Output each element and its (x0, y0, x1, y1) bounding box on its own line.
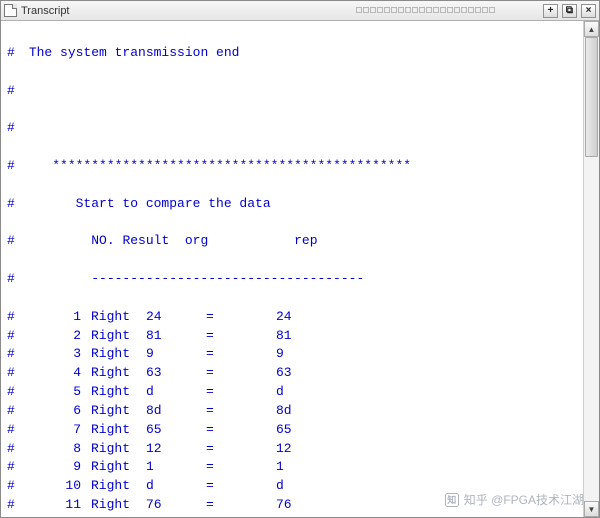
scroll-track[interactable] (584, 37, 599, 501)
cell-rep: 12 (276, 440, 292, 459)
cell-result: Right (91, 364, 146, 383)
table-row: #10Rightd=d (7, 477, 577, 496)
cell-eq: = (206, 515, 276, 517)
cell-no: 9 (21, 458, 91, 477)
line-header: # The system transmission end (7, 44, 577, 63)
cell-result: Right (91, 496, 146, 515)
cell-no: 8 (21, 440, 91, 459)
cell-result: Right (91, 515, 146, 517)
separator-line: ****************************************… (52, 158, 411, 173)
cell-no: 7 (21, 421, 91, 440)
cell-rep: 1 (276, 458, 284, 477)
cell-org: 12 (146, 440, 206, 459)
document-icon (4, 4, 17, 17)
table-row: #12Right3d=3d (7, 515, 577, 517)
cell-org: d (146, 383, 206, 402)
cell-no: 12 (21, 515, 91, 517)
cell-org: 9 (146, 345, 206, 364)
cell-no: 3 (21, 345, 91, 364)
col-no: NO. (91, 232, 114, 251)
scroll-down-button[interactable]: ▼ (584, 501, 599, 517)
transcript-window: Transcript + ⧉ × # The system transmissi… (0, 0, 600, 518)
cell-no: 10 (21, 477, 91, 496)
col-result: Result (122, 232, 169, 251)
cell-rep: 81 (276, 327, 292, 346)
cell-result: Right (91, 458, 146, 477)
cell-eq: = (206, 440, 276, 459)
cell-rep: 24 (276, 308, 292, 327)
col-rep: rep (294, 232, 317, 251)
cell-rep: 76 (276, 496, 292, 515)
cell-org: 8d (146, 402, 206, 421)
table-row: #1Right24=24 (7, 308, 577, 327)
cell-eq: = (206, 308, 276, 327)
cell-eq: = (206, 402, 276, 421)
cell-eq: = (206, 364, 276, 383)
cell-result: Right (91, 402, 146, 421)
cell-rep: 8d (276, 402, 292, 421)
table-row: #3Right9=9 (7, 345, 577, 364)
window-title: Transcript (21, 5, 352, 17)
dashline: ----------------------------------- (91, 271, 364, 286)
cell-org: 24 (146, 308, 206, 327)
transcript-content[interactable]: # The system transmission end # # # ****… (1, 21, 583, 517)
cell-rep: 3d (276, 515, 292, 517)
plus-button[interactable]: + (543, 4, 558, 18)
cell-eq: = (206, 477, 276, 496)
cell-no: 2 (21, 327, 91, 346)
cell-eq: = (206, 327, 276, 346)
col-org: org (185, 232, 208, 251)
titlebar[interactable]: Transcript + ⧉ × (1, 1, 599, 21)
cell-rep: 65 (276, 421, 292, 440)
scroll-up-button[interactable]: ▲ (584, 21, 599, 37)
cell-rep: d (276, 477, 284, 496)
cell-no: 6 (21, 402, 91, 421)
cell-org: 81 (146, 327, 206, 346)
cell-eq: = (206, 421, 276, 440)
data-rows: #1Right24=24#2Right81=81#3Right9=9#4Righ… (7, 308, 577, 517)
table-row: #5Rightd=d (7, 383, 577, 402)
cell-eq: = (206, 383, 276, 402)
cell-no: 1 (21, 308, 91, 327)
cell-no: 5 (21, 383, 91, 402)
cell-no: 4 (21, 364, 91, 383)
cell-org: 1 (146, 458, 206, 477)
cell-rep: 63 (276, 364, 292, 383)
cell-eq: = (206, 345, 276, 364)
cell-result: Right (91, 327, 146, 346)
cell-result: Right (91, 421, 146, 440)
compare-title: Start to compare the data (76, 196, 271, 211)
table-row: #9Right1=1 (7, 458, 577, 477)
table-row: #4Right63=63 (7, 364, 577, 383)
cell-rep: 9 (276, 345, 284, 364)
cell-result: Right (91, 345, 146, 364)
scroll-thumb[interactable] (585, 37, 598, 157)
cell-eq: = (206, 496, 276, 515)
vertical-scrollbar[interactable]: ▲ ▼ (583, 21, 599, 517)
drag-grip[interactable] (356, 7, 536, 15)
cell-result: Right (91, 383, 146, 402)
cell-org: 76 (146, 496, 206, 515)
cell-org: 3d (146, 515, 206, 517)
cell-no: 11 (21, 496, 91, 515)
table-row: #8Right12=12 (7, 440, 577, 459)
content-wrap: # The system transmission end # # # ****… (1, 21, 599, 517)
table-row: #6Right8d=8d (7, 402, 577, 421)
cell-eq: = (206, 458, 276, 477)
cell-org: 65 (146, 421, 206, 440)
cell-result: Right (91, 477, 146, 496)
cell-result: Right (91, 308, 146, 327)
table-row: #2Right81=81 (7, 327, 577, 346)
cell-rep: d (276, 383, 284, 402)
table-row: #7Right65=65 (7, 421, 577, 440)
cell-org: 63 (146, 364, 206, 383)
cell-result: Right (91, 440, 146, 459)
table-row: #11Right76=76 (7, 496, 577, 515)
close-button[interactable]: × (581, 4, 596, 18)
cell-org: d (146, 477, 206, 496)
dock-button[interactable]: ⧉ (562, 4, 577, 18)
